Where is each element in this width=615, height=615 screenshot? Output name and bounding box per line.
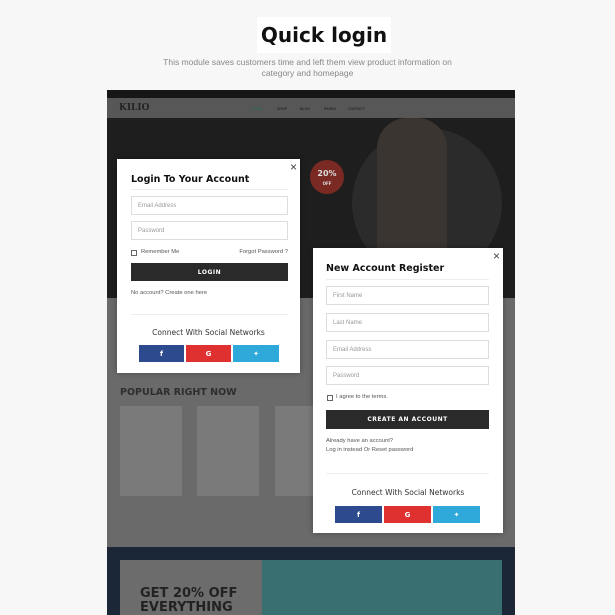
promo-line1: GET 20% OFF xyxy=(140,586,238,601)
close-icon[interactable]: × xyxy=(493,250,500,262)
nav-blog[interactable]: BLOG xyxy=(300,107,310,111)
page-title: Quick login xyxy=(257,17,391,53)
connect-label: Connect With Social Networks xyxy=(351,488,465,497)
divider xyxy=(326,473,489,474)
password-input[interactable]: Password xyxy=(131,221,288,240)
divider xyxy=(131,189,288,190)
email-input[interactable]: Email Address xyxy=(326,340,489,359)
nav-contact[interactable]: CONTACT xyxy=(348,107,365,111)
login-instead-link[interactable]: Log in instead Or Reset password xyxy=(326,447,413,453)
login-modal: × Login To Your Account Email Address Pa… xyxy=(117,159,300,373)
product-card[interactable] xyxy=(197,406,259,496)
nav-home[interactable]: HOME xyxy=(252,107,263,111)
forgot-password-link[interactable]: Forgot Password ? xyxy=(239,249,288,255)
facebook-button[interactable]: f xyxy=(335,506,382,523)
product-card[interactable] xyxy=(120,406,182,496)
promo-box: GET 20% OFF EVERYTHING xyxy=(120,560,262,615)
promo-line2: EVERYTHING xyxy=(140,600,233,615)
close-icon[interactable]: × xyxy=(290,161,297,173)
last-name-input[interactable]: Last Name xyxy=(326,313,489,332)
promo-image xyxy=(262,560,502,615)
connect-label: Connect With Social Networks xyxy=(152,328,265,337)
remember-label: Remember Me xyxy=(141,249,180,255)
already-account-text: Already have an account? xyxy=(326,438,394,444)
twitter-button[interactable]: ✦ xyxy=(233,345,279,362)
nav-pages[interactable]: PAGES xyxy=(324,107,336,111)
agree-checkbox[interactable] xyxy=(327,395,333,401)
divider xyxy=(326,279,489,280)
badge-label: OFF xyxy=(322,181,332,186)
register-modal: × New Account Register First Name Last N… xyxy=(313,248,503,533)
agree-label: I agree to the terms. xyxy=(336,394,388,400)
register-title: New Account Register xyxy=(326,263,445,274)
google-button[interactable]: G xyxy=(186,345,231,362)
site-header: KILIO HOME SHOP BLOG PAGES CONTACT xyxy=(107,98,515,118)
remember-checkbox[interactable] xyxy=(131,250,137,256)
email-input[interactable]: Email Address xyxy=(131,196,288,215)
divider xyxy=(131,314,288,315)
top-bar xyxy=(107,90,515,98)
twitter-button[interactable]: ✦ xyxy=(433,506,480,523)
badge-value: 20% xyxy=(317,169,337,178)
login-button[interactable]: LOGIN xyxy=(131,263,288,281)
section-title: POPULAR RIGHT NOW xyxy=(120,387,237,398)
password-input[interactable]: Password xyxy=(326,366,489,385)
page-subtitle: This module saves customers time and lef… xyxy=(163,57,452,78)
site-logo: KILIO xyxy=(119,103,150,113)
create-account-link[interactable]: No account? Create one here xyxy=(131,290,207,296)
facebook-button[interactable]: f xyxy=(139,345,184,362)
create-account-button[interactable]: CREATE AN ACCOUNT xyxy=(326,410,489,429)
login-title: Login To Your Account xyxy=(131,174,250,185)
nav-shop[interactable]: SHOP xyxy=(277,107,287,111)
hero-discount-badge: 20% OFF xyxy=(310,160,344,194)
promo-banner: GET 20% OFF EVERYTHING xyxy=(107,547,515,615)
google-button[interactable]: G xyxy=(384,506,431,523)
first-name-input[interactable]: First Name xyxy=(326,286,489,305)
